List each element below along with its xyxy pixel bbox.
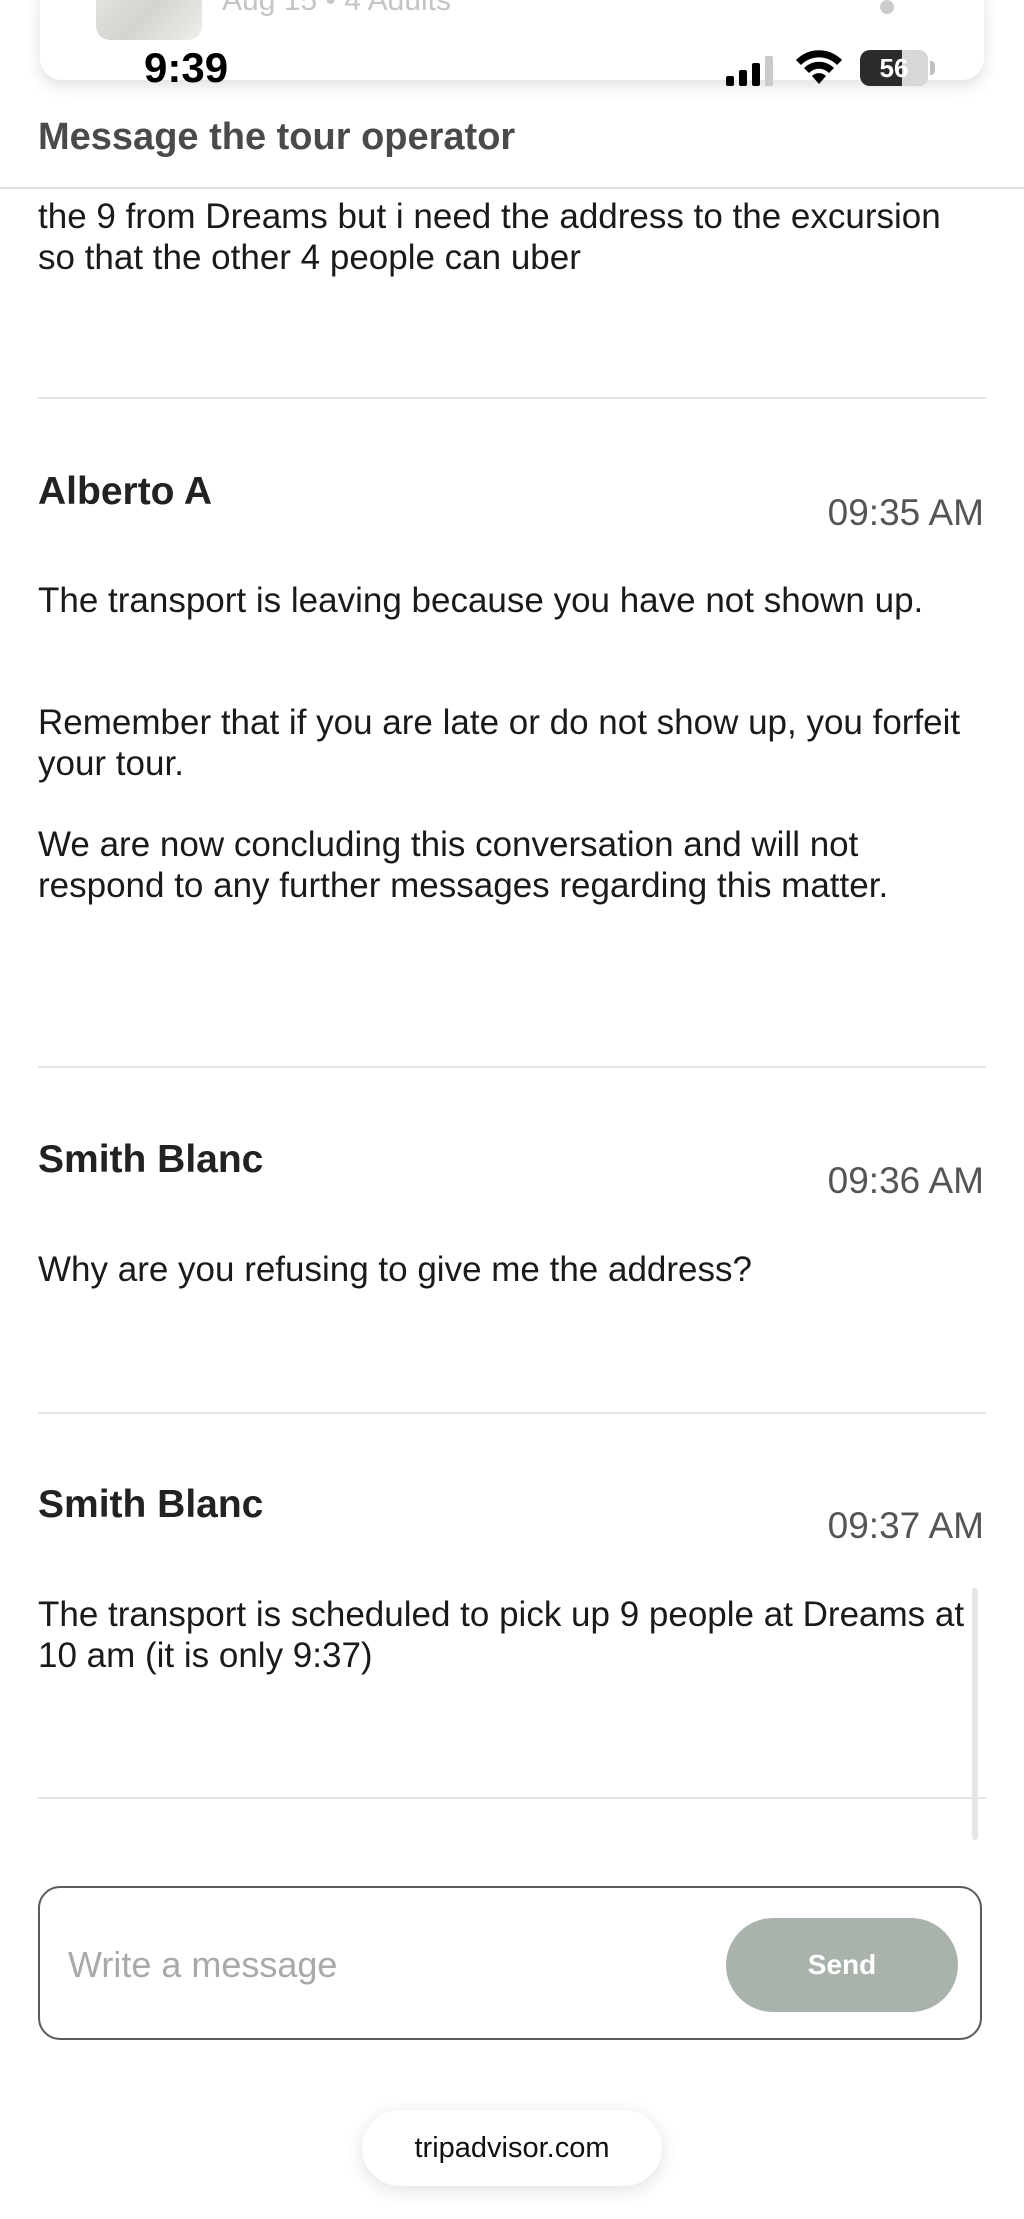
message-text: the 9 from Dreams but i need the address… xyxy=(38,197,941,277)
message-composer: Send xyxy=(38,1886,982,2040)
message-input[interactable] xyxy=(66,1934,720,1996)
battery-cap xyxy=(930,61,935,75)
message-divider xyxy=(38,1412,986,1414)
message-sender: Alberto A xyxy=(38,470,213,513)
header-divider xyxy=(0,187,1024,189)
battery-level: 56 xyxy=(879,52,909,83)
message-paragraph: We are now concluding this conversation … xyxy=(38,825,889,905)
message-divider xyxy=(38,397,986,399)
message-timestamp: 09:37 AM xyxy=(827,1505,984,1546)
messages-scrollbar[interactable] xyxy=(972,1588,978,1840)
more-options-icon[interactable] xyxy=(880,0,894,14)
message-paragraph: Why are you refusing to give me the addr… xyxy=(38,1250,752,1289)
message-divider xyxy=(38,1066,986,1068)
message-divider xyxy=(38,1797,986,1799)
status-time: 9:39 xyxy=(144,44,229,91)
message-paragraph: Remember that if you are late or do not … xyxy=(38,703,961,783)
wifi-icon xyxy=(796,50,842,84)
message-timestamp: 09:35 AM xyxy=(827,492,984,533)
battery-icon: 56 xyxy=(860,50,928,86)
cellular-signal-icon xyxy=(726,56,773,86)
send-button[interactable]: Send xyxy=(726,1918,958,2012)
tour-thumbnail xyxy=(96,0,202,40)
booking-meta: Aug 15 • 4 Adults xyxy=(222,0,451,17)
message-paragraph: The transport is leaving because you hav… xyxy=(38,581,924,620)
message-sender: Smith Blanc xyxy=(38,1138,264,1181)
message-sender: Smith Blanc xyxy=(38,1483,264,1526)
message-paragraph: The transport is scheduled to pick up 9 … xyxy=(38,1595,965,1675)
browser-url-bar[interactable]: tripadvisor.com xyxy=(362,2110,662,2186)
page-title: Message the tour operator xyxy=(38,116,516,158)
message-timestamp: 09:36 AM xyxy=(827,1160,984,1201)
